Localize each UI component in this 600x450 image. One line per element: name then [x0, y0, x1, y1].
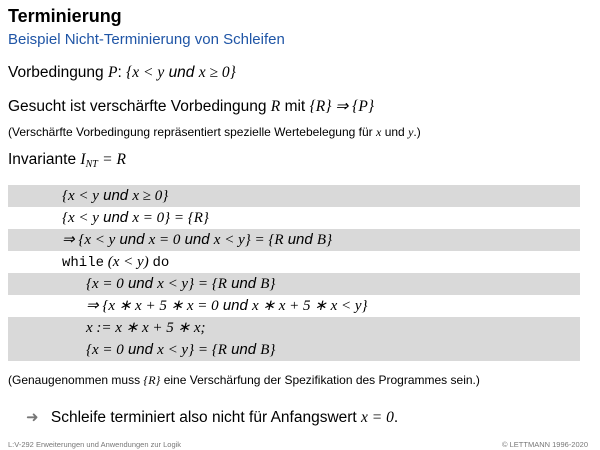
proof-row: {x < y und x ≥ 0} [8, 185, 580, 207]
proof-row: ⇒ {x < y und x = 0 und x < y} = {R und B… [8, 229, 580, 251]
arrow-bullet-icon: ➜ [26, 409, 39, 426]
proof-row: {x = 0 und x < y} = {R und B} [8, 273, 580, 295]
footer-left: L:V-292 Erweiterungen und Anwendungen zu… [8, 440, 182, 449]
page-subtitle: Beispiel Nicht-Terminierung von Schleife… [8, 31, 285, 48]
conclusion-line: ➜ Schleife terminiert also nicht für Anf… [26, 409, 399, 426]
proof-row: ⇒ {x ∗ x + 5 ∗ x = 0 und x ∗ x + 5 ∗ x <… [8, 295, 580, 317]
proof-row: {x = 0 und x < y} = {R und B} [8, 339, 580, 361]
footer-right: © LETTMANN 1996-2020 [502, 440, 588, 449]
proof-block: {x < y und x ≥ 0} {x < y und x = 0} = {R… [8, 185, 580, 361]
invariant-line: Invariante INT = R [8, 151, 126, 170]
proof-row: {x < y und x = 0} = {R} [8, 207, 580, 229]
precondition-line: Vorbedingung P: {x < y und x ≥ 0} [8, 64, 236, 81]
proof-row: x := x ∗ x + 5 ∗ x; [8, 317, 580, 339]
explanation-line: (Verschärfte Vorbedingung repräsentiert … [8, 125, 421, 139]
page-title: Terminierung [8, 6, 122, 26]
proof-row: while (x < y) do [8, 251, 580, 273]
note-line: (Genaugenommen muss {R} eine Verschärfun… [8, 373, 480, 387]
sought-line: Gesucht ist verschärfte Vorbedingung R m… [8, 98, 375, 115]
